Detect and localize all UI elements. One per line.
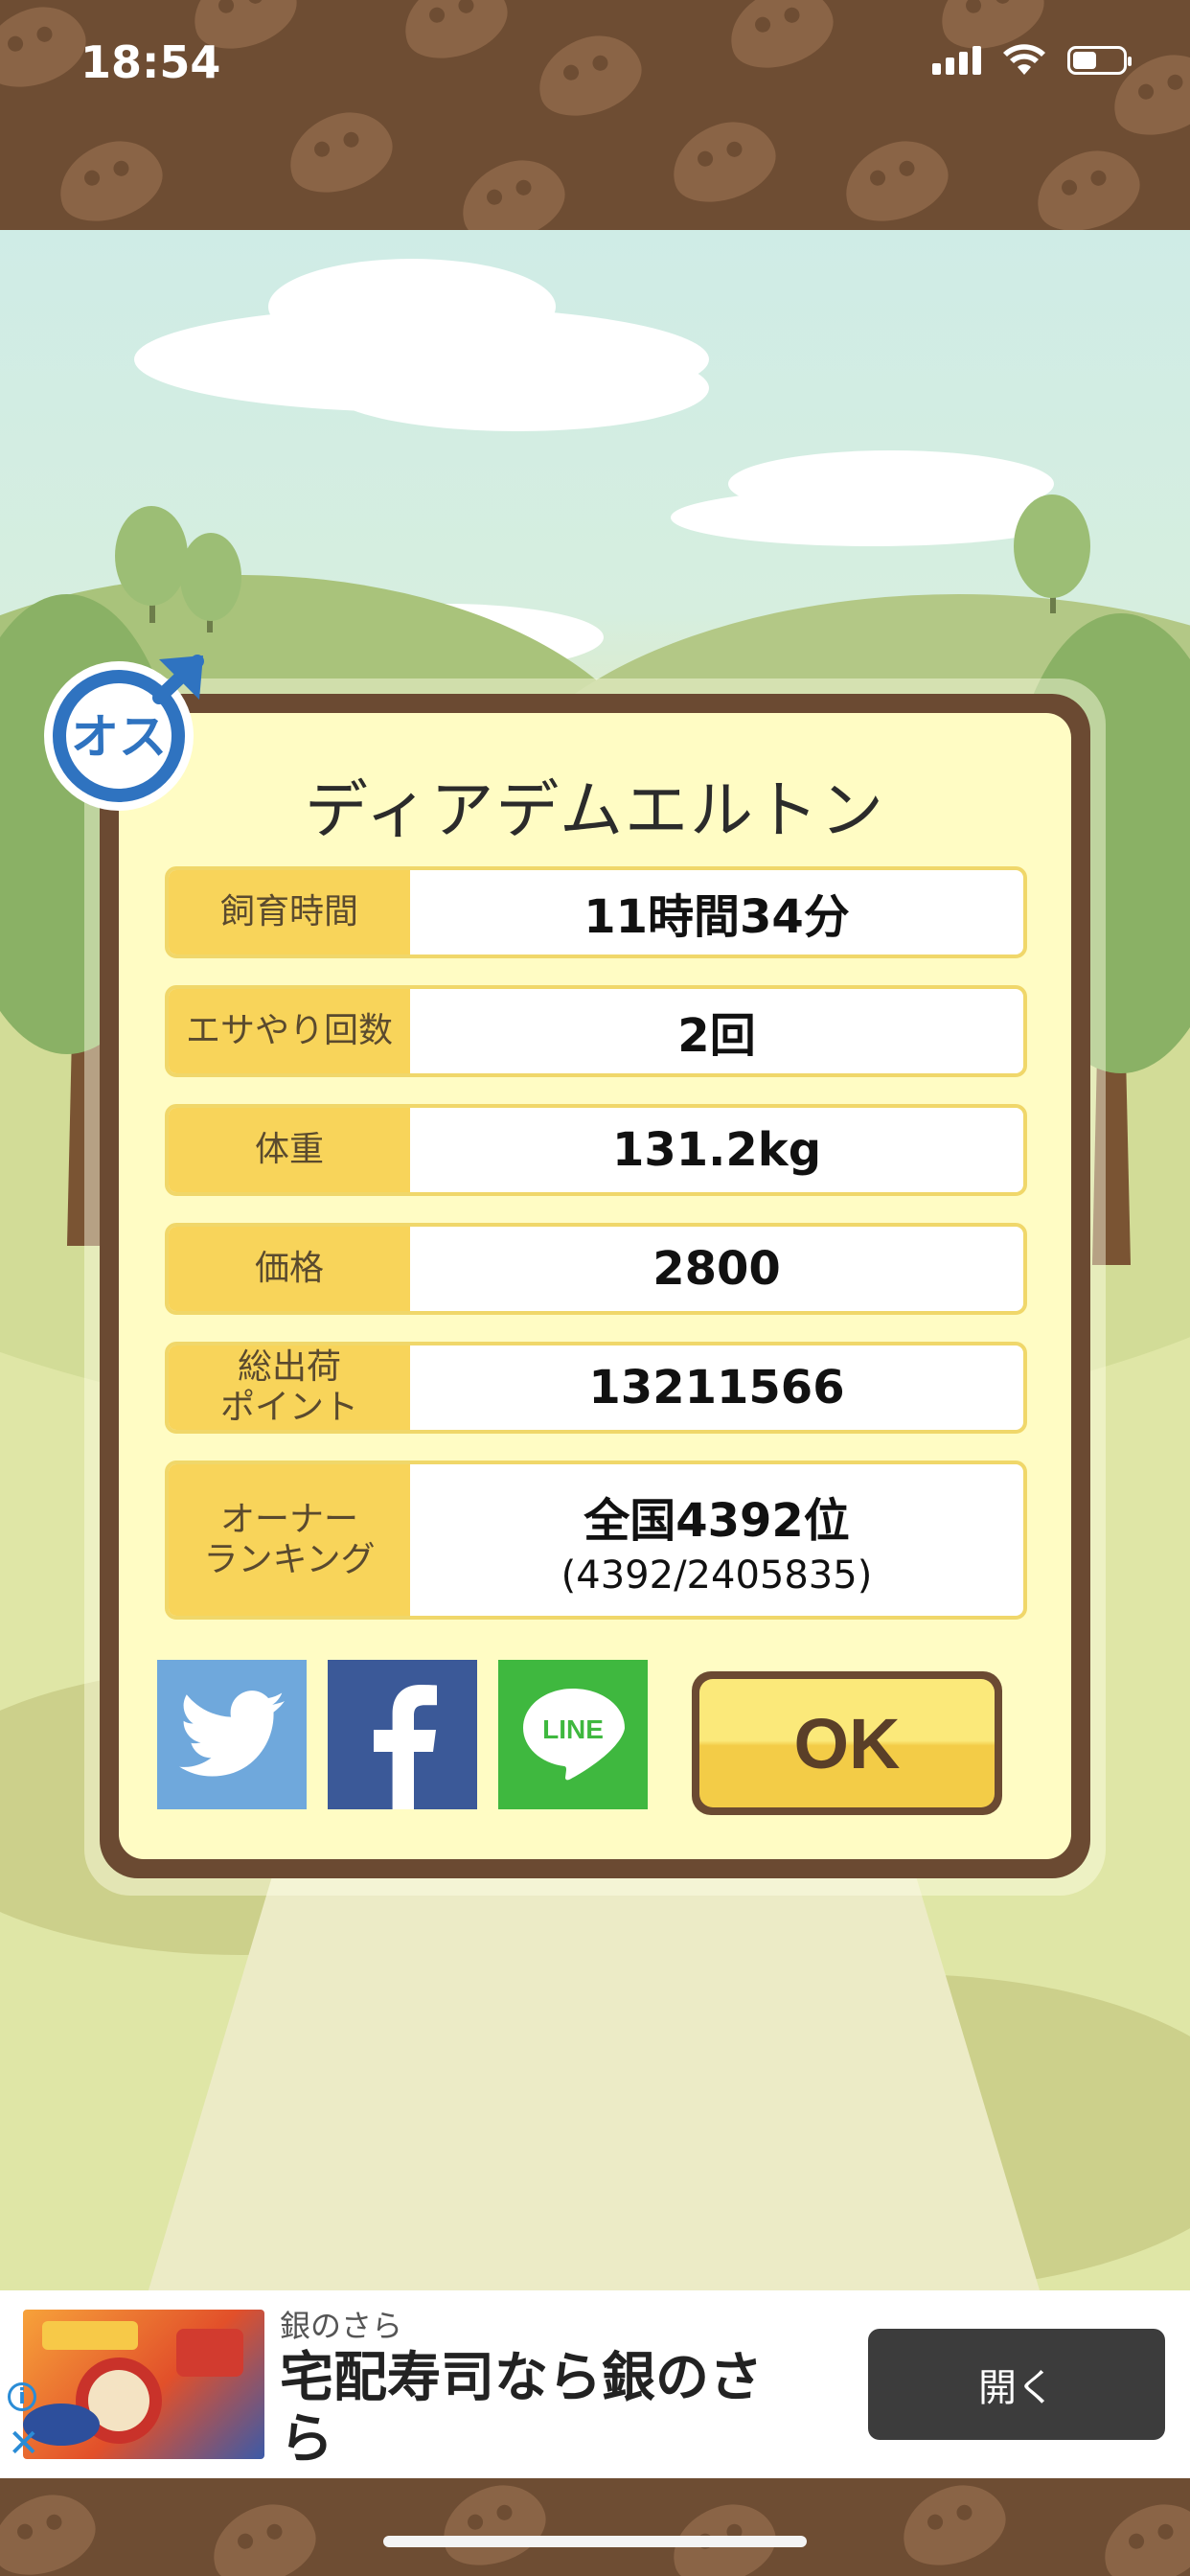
stat-label: エサやり回数	[169, 989, 410, 1073]
bean-pattern	[719, 0, 843, 80]
ad-banner[interactable]: i ✕ 銀のさら 宅配寿司なら銀のさら 開く	[0, 2290, 1190, 2478]
bean-pattern	[1092, 2492, 1190, 2576]
ad-open-button[interactable]: 開く	[868, 2329, 1165, 2440]
stat-row-feed-count: エサやり回数 2回	[165, 985, 1027, 1077]
status-time: 18:54	[80, 36, 221, 88]
stat-value: 11時間34分	[584, 890, 850, 944]
line-icon: LINE	[523, 1689, 625, 1781]
pig-name-title: ディアデムエルトン	[304, 773, 886, 847]
ad-info-icon[interactable]: i	[8, 2382, 36, 2411]
bean-pattern	[201, 2492, 326, 2576]
dialog-panel: ディアデムエルトン 飼育時間 11時間34分 エサやり回数 2回 体重 131.…	[119, 713, 1071, 1859]
stat-label: 価格	[169, 1227, 410, 1311]
stat-label: 総出荷 ポイント	[169, 1346, 410, 1430]
twitter-share-button[interactable]	[157, 1660, 307, 1809]
stat-label: オーナー ランキング	[169, 1464, 410, 1616]
stat-value: 131.2kg	[611, 1123, 822, 1177]
bottom-pattern-bar	[0, 2478, 1190, 2576]
top-pattern-bar	[0, 0, 1190, 230]
pig-info-dialog: ディアデムエルトン 飼育時間 11時間34分 エサやり回数 2回 体重 131.…	[100, 694, 1090, 1878]
bean-pattern	[527, 23, 652, 128]
bean-pattern	[834, 128, 958, 230]
stat-label: 体重	[169, 1108, 410, 1192]
stat-row-price: 価格 2800	[165, 1223, 1027, 1315]
status-icons	[932, 44, 1132, 77]
stat-value: 全国4392位 (4392/2405835)	[561, 1494, 873, 1598]
signal-icon	[932, 46, 981, 75]
bean-pattern	[1025, 138, 1150, 230]
ok-button-label: OK	[699, 1679, 995, 1807]
bean-pattern	[891, 2478, 1016, 2576]
bean-pattern	[431, 2478, 556, 2576]
ad-image[interactable]	[23, 2310, 264, 2459]
stat-row-shipping-points: 総出荷 ポイント 13211566	[165, 1342, 1027, 1434]
facebook-share-button[interactable]	[328, 1660, 477, 1809]
male-gender-badge: オス	[44, 655, 204, 811]
tree	[115, 506, 241, 632]
stat-row-owner-ranking: オーナー ランキング 全国4392位 (4392/2405835)	[165, 1460, 1027, 1620]
line-text: LINE	[542, 1714, 604, 1744]
battery-icon	[1067, 46, 1132, 75]
ranking-detail: (4392/2405835)	[561, 1553, 873, 1598]
stat-row-weight: 体重 131.2kg	[165, 1104, 1027, 1196]
tree	[1014, 494, 1090, 613]
bean-pattern	[450, 148, 575, 230]
bean-pattern	[0, 2482, 105, 2576]
home-indicator[interactable]	[383, 2536, 807, 2547]
ad-title[interactable]: 宅配寿司なら銀のさら	[280, 2348, 778, 2471]
facebook-icon	[374, 1685, 437, 1809]
gender-text: オス	[71, 709, 167, 765]
cloud	[326, 345, 709, 431]
bean-pattern	[661, 109, 786, 215]
bean-pattern	[48, 128, 172, 230]
ad-sponsor: 銀のさら	[280, 2308, 403, 2344]
stat-label: 飼育時間	[169, 870, 410, 954]
bean-pattern	[393, 0, 517, 71]
wifi-icon	[1003, 44, 1045, 75]
stat-value: 2800	[652, 1242, 781, 1296]
ad-close-icon[interactable]: ✕	[8, 2425, 40, 2463]
cloud	[268, 259, 556, 355]
ok-button[interactable]: OK	[692, 1671, 1002, 1815]
ad-sushi-image	[23, 2321, 243, 2446]
twitter-icon	[179, 1690, 285, 1777]
stat-row-breeding-time: 飼育時間 11時間34分	[165, 866, 1027, 958]
bean-pattern	[278, 100, 402, 205]
bean-pattern	[661, 2492, 786, 2576]
line-share-button[interactable]: LINE	[498, 1660, 648, 1809]
stat-value: 2回	[677, 1009, 756, 1063]
stat-value: 13211566	[588, 1361, 845, 1414]
